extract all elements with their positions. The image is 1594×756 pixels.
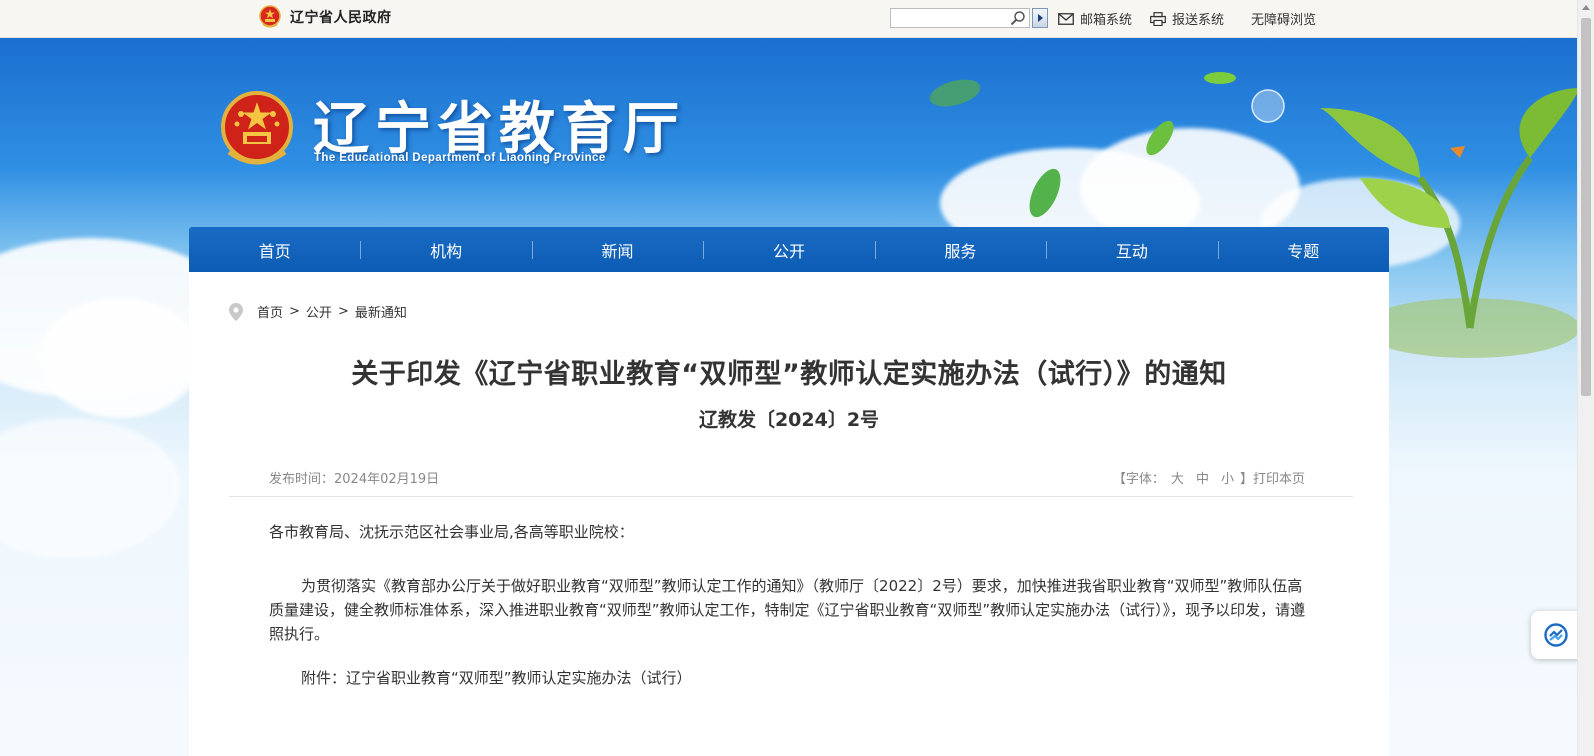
site-subtitle: The Educational Department of Liaoning P… [314,152,606,164]
mail-system-label: 邮箱系统 [1080,13,1133,28]
nav-item-topics[interactable]: 专题 [1217,227,1389,272]
font-size-medium[interactable]: 中 [1196,468,1209,487]
breadcrumb-home[interactable]: 首页 [257,302,283,321]
search-submit-button[interactable] [1032,8,1048,28]
accessibility-float-button[interactable] [1531,611,1581,659]
publish-date: 发布时间：2024年02月19日 [269,472,440,487]
scroll-thumb[interactable] [1581,18,1591,396]
mail-system-link[interactable]: 邮箱系统 [1058,9,1132,28]
font-size-label: 【字体： [1112,472,1165,487]
vertical-scrollbar[interactable] [1577,0,1594,756]
leaf-decoration [1146,120,1174,156]
play-arrow-icon [1037,14,1043,22]
leaf-decoration [929,79,981,107]
font-size-large[interactable]: 大 [1171,468,1184,487]
nav-item-public[interactable]: 公开 [703,227,874,272]
report-system-link[interactable]: 报送系统 [1150,9,1224,28]
article-tools: 【字体： 大 中 小 】 打印本页 [1113,468,1305,487]
nav-item-news[interactable]: 新闻 [531,227,703,272]
breadcrumb-separator: > [337,304,349,319]
search-input[interactable] [890,8,1030,28]
article-title: 关于印发《辽宁省职业教育“双师型”教师认定实施办法（试行）》的通知 [351,359,1227,390]
printer-icon [1150,11,1166,26]
article-attachment[interactable]: 附件：辽宁省职业教育“双师型”教师认定实施办法（试行） [269,666,1313,690]
article-panel: 首页 > 公开 > 最新通知 关于印发《辽宁省职业教育“双师型”教师认定实施办法… [189,272,1389,756]
breadcrumb-latest-notice[interactable]: 最新通知 [355,302,407,321]
report-system-label: 报送系统 [1172,13,1225,28]
location-pin-icon [229,302,243,321]
scroll-up-arrow-icon[interactable] [1582,5,1590,10]
article-body: 为贯彻落实《教育部办公厅关于做好职业教育“双师型”教师认定工作的通知》（教师厅〔… [269,577,1306,643]
cloud-decoration [0,418,180,558]
search-icon[interactable] [1010,10,1026,26]
nav-item-interaction[interactable]: 互动 [1046,227,1217,272]
bubble-decoration [1251,89,1285,123]
article-greeting: 各市教育局、沈抚示范区社会事业局,各高等职业院校： [269,523,634,541]
font-size-small[interactable]: 小 [1221,468,1234,487]
top-utility-bar: 辽宁省人民政府 邮箱系统 报送系统 无障碍浏览 [0,0,1594,38]
cloud-decoration [40,298,200,418]
leaf-decoration [1204,72,1236,84]
nav-item-home[interactable]: 首页 [189,227,360,272]
font-size-label-close: 】 [1239,472,1253,487]
national-emblem-icon [259,5,281,28]
document-number: 辽教发〔2024〕2号 [698,409,880,431]
nav-item-service[interactable]: 服务 [874,227,1046,272]
accessibility-link[interactable]: 无障碍浏览 [1251,9,1316,28]
accessibility-label: 无障碍浏览 [1251,13,1317,28]
national-emblem-icon [221,91,293,165]
breadcrumb: 首页 > 公开 > 最新通知 [229,302,407,321]
breadcrumb-separator: > [289,304,300,319]
accessibility-icon [1544,623,1568,647]
print-page-link[interactable]: 打印本页 [1253,468,1305,487]
mail-icon [1058,12,1074,25]
gov-name: 辽宁省人民政府 [290,10,392,26]
nav-item-organization[interactable]: 机构 [360,227,531,272]
divider [229,496,1353,497]
main-nav: 首页 机构 新闻 公开 服务 互动 专题 [189,227,1389,272]
gov-link[interactable]: 辽宁省人民政府 [259,5,392,29]
leaf-decoration [1029,168,1061,218]
breadcrumb-public[interactable]: 公开 [306,302,332,321]
